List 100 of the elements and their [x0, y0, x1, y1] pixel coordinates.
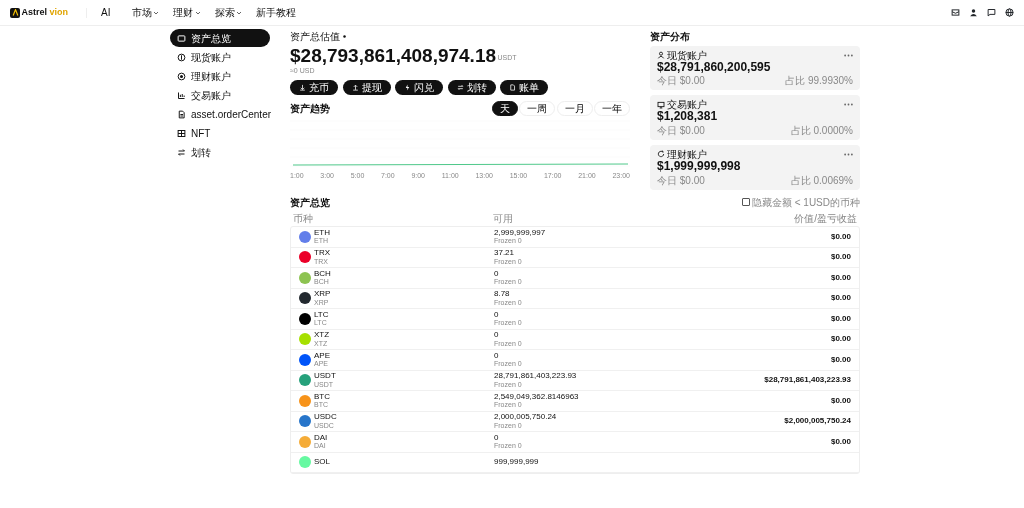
- action-button[interactable]: 划转: [447, 79, 496, 95]
- upload-icon: [351, 83, 359, 91]
- sidebar-item[interactable]: 资产总览: [170, 29, 270, 47]
- account-name: 现货账户: [666, 49, 707, 61]
- grid-icon: [177, 128, 186, 138]
- account-name: 理财账户: [666, 148, 707, 160]
- asset-value: $0.00: [830, 253, 851, 262]
- action-button[interactable]: 闪兑: [395, 79, 443, 95]
- more-button[interactable]: [844, 103, 853, 107]
- account-name: 交易账户: [666, 99, 707, 111]
- asset-value: $2,000,005,750.24: [784, 417, 851, 426]
- asset-value: $0.00: [830, 437, 851, 446]
- bar-chart-icon: [177, 90, 186, 100]
- coin-symbol: SOL: [314, 458, 331, 467]
- document-icon: [509, 83, 516, 91]
- account-amount: $1,999,999,998: [657, 159, 742, 174]
- available-amount: 2,999,999,997: [494, 228, 547, 238]
- dot-icon: [341, 34, 347, 39]
- wallet-icon: [177, 33, 186, 43]
- today-change: 今日 $0.00: [657, 124, 705, 136]
- available-amount: 0: [494, 269, 500, 279]
- asset-value: $0.00: [830, 273, 851, 282]
- lightning-icon: [404, 83, 411, 91]
- coin-symbol: BTC: [314, 392, 331, 402]
- range-tab[interactable]: 天: [491, 100, 518, 116]
- coin-symbol: USDT: [314, 372, 337, 381]
- brand-logo-text: Astrel vion: [21, 5, 69, 19]
- coin-symbol: ETH: [314, 228, 331, 238]
- globe-icon[interactable]: [1005, 8, 1014, 17]
- sidebar-item[interactable]: 理财账户: [170, 67, 270, 85]
- document-icon: [177, 109, 186, 119]
- action-button[interactable]: 充币: [290, 79, 338, 95]
- available-amount: 28,791,861,403,223.93: [494, 372, 578, 381]
- column-header: 价值/盈亏收益: [794, 212, 857, 227]
- person-icon: [657, 51, 665, 59]
- account-amount: $28,791,860,200,595: [657, 60, 772, 74]
- available-amount: 0: [494, 331, 500, 340]
- account-share: 占比 99.9930%: [785, 75, 853, 87]
- nav-link[interactable]: AI: [101, 5, 118, 20]
- download-icon: [299, 83, 306, 91]
- nav-link[interactable]: 新手教程: [256, 5, 304, 20]
- asset-value: $0.00: [830, 355, 851, 364]
- available-amount: 2,000,005,750.24: [494, 413, 558, 422]
- range-tab[interactable]: 一月: [556, 100, 593, 116]
- today-change: 今日 $0.00: [657, 75, 705, 87]
- checkbox-label: 隐藏金额 < 1USD的币种: [751, 195, 860, 210]
- asset-value: $0.00: [830, 232, 851, 241]
- account-amount: $1,208,381: [657, 110, 719, 124]
- asset-value: $0.00: [830, 294, 851, 303]
- account-share: 占比 0.0069%: [790, 174, 853, 186]
- coin-symbol: XTZ: [314, 331, 331, 340]
- nav-link[interactable]: 理财: [173, 5, 201, 20]
- range-tab[interactable]: 一周: [519, 100, 555, 116]
- section-title: 资产趋势: [290, 101, 330, 116]
- range-tab[interactable]: 一年: [594, 100, 630, 116]
- available-amount: 0: [494, 433, 500, 443]
- available-amount: 999,999,999: [494, 458, 540, 467]
- section-title: 资产总览: [290, 195, 330, 210]
- asset-value: $28,791,861,403,223.93: [764, 376, 851, 385]
- coin-symbol: DAI: [314, 433, 329, 443]
- logo-icon: [10, 7, 20, 18]
- asset-value: $0.00: [830, 396, 851, 405]
- available-amount: 8.78: [494, 290, 511, 299]
- nav-link[interactable]: 市场: [132, 5, 160, 20]
- today-change: 今日 $0.00: [657, 174, 705, 186]
- available-amount: 2,549,049,362.8146963: [494, 392, 580, 402]
- section-title: 资产分布: [650, 30, 691, 44]
- sidebar-item[interactable]: 交易账户: [170, 86, 270, 104]
- asset-value: $0.00: [830, 314, 851, 323]
- coin-icon: [177, 52, 186, 62]
- transfer-icon: [456, 83, 464, 91]
- sidebar-item[interactable]: asset.orderCenter: [170, 105, 270, 123]
- column-header: 可用: [493, 212, 514, 227]
- mail-icon[interactable]: [951, 8, 960, 17]
- more-button[interactable]: [844, 53, 853, 57]
- action-button[interactable]: 提现: [342, 79, 391, 95]
- coin-symbol: TRX: [314, 249, 331, 258]
- available-amount: 0: [494, 310, 500, 320]
- checkbox[interactable]: [742, 198, 751, 207]
- transfer-icon: [177, 147, 186, 157]
- account-share: 占比 0.0000%: [790, 124, 853, 136]
- user-icon[interactable]: [969, 8, 978, 17]
- more-button[interactable]: [844, 152, 853, 156]
- sidebar-item[interactable]: 划转: [170, 143, 270, 161]
- refresh-icon: [657, 150, 665, 159]
- target-icon: [177, 71, 186, 81]
- total-value-label: 资产总估值: [290, 30, 340, 44]
- available-amount: 0: [494, 351, 500, 361]
- monitor-icon: [657, 100, 665, 109]
- chat-icon[interactable]: [987, 8, 996, 17]
- sidebar-item[interactable]: NFT: [170, 124, 270, 142]
- coin-symbol: BCH: [314, 269, 332, 279]
- coin-symbol: XRP: [314, 290, 332, 299]
- total-value: $28,793,861,408,974.18: [290, 45, 497, 67]
- coin-symbol: LTC: [314, 310, 330, 320]
- sidebar-item[interactable]: 现货账户: [170, 48, 270, 66]
- action-button[interactable]: 账单: [500, 79, 548, 95]
- nav-link[interactable]: 探索: [215, 5, 243, 20]
- available-amount: 37.21: [494, 249, 516, 258]
- column-header: 币种: [293, 212, 314, 227]
